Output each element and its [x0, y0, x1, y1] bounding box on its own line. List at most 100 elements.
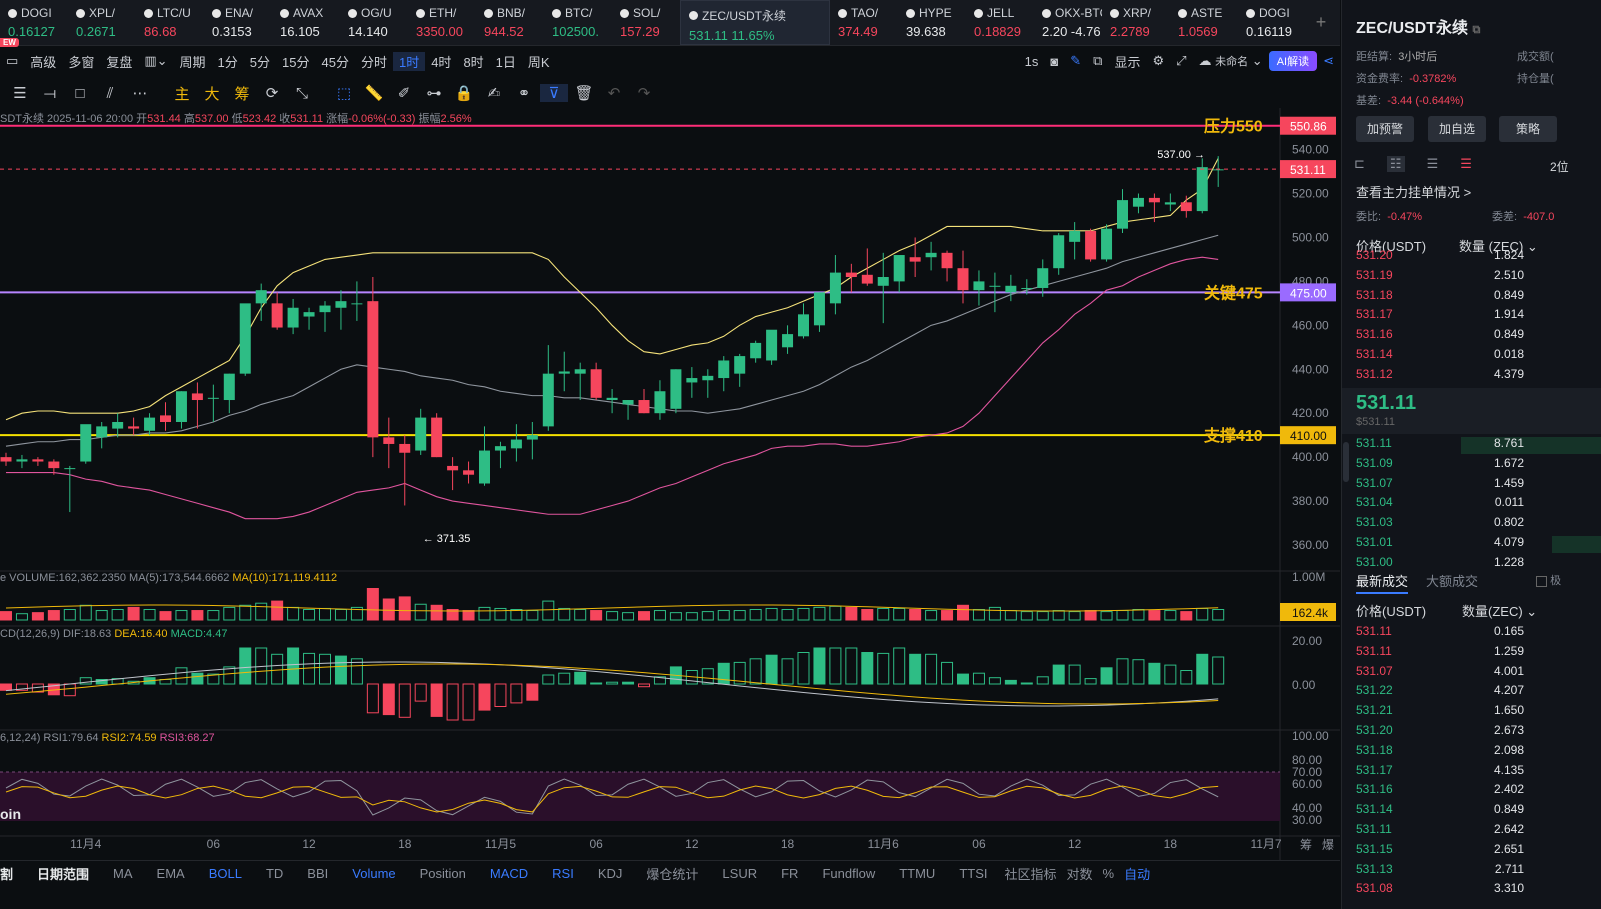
big-order-button[interactable]: 大	[198, 83, 226, 104]
trade-row[interactable]: 531.11 0.165	[1356, 624, 1601, 643]
cycle-tool-icon[interactable]: ⟳	[258, 84, 286, 102]
indicator-20[interactable]: 自动	[1119, 864, 1155, 883]
period-1h[interactable]: 1时	[392, 51, 426, 71]
ask-row[interactable]: 531.18 0.849	[1356, 288, 1601, 307]
share-icon[interactable]: ⋖	[1317, 53, 1340, 69]
advanced-button[interactable]: 高级	[24, 52, 62, 71]
period-8h[interactable]: 8时	[457, 52, 489, 71]
fullscreen-icon[interactable]: ⤢	[1170, 53, 1192, 69]
menu-icon[interactable]: ☰	[6, 84, 34, 102]
hline-tool-icon[interactable]: ⟞	[36, 85, 64, 102]
collapse-handle[interactable]	[1343, 442, 1349, 482]
book-both-icon[interactable]: ☷	[1386, 156, 1405, 172]
indicator-10[interactable]: KDJ	[586, 866, 635, 881]
indicator-13[interactable]: FR	[769, 866, 810, 881]
main-indicator-button[interactable]: 主	[168, 83, 196, 104]
replay-button[interactable]: 复盘	[100, 52, 138, 71]
multi-window-button[interactable]: 多窗	[62, 52, 100, 71]
ticker-6[interactable]: ETH/3350.00	[408, 0, 476, 45]
bid-row[interactable]: 531.09 1.672	[1356, 456, 1601, 475]
ticker-9[interactable]: SOL/157.29	[612, 0, 680, 45]
bid-row[interactable]: 531.04 0.011	[1356, 495, 1601, 514]
add-favorite-button[interactable]: 加自选	[1428, 116, 1486, 142]
trade-row[interactable]: 531.22 4.207	[1356, 683, 1601, 702]
measure-tool-icon[interactable]: ⤡	[288, 85, 316, 102]
period-1w[interactable]: 周K	[522, 52, 556, 71]
trade-row[interactable]: 531.18 2.098	[1356, 743, 1601, 762]
ticker-12[interactable]: HYPE 39.638	[898, 0, 966, 45]
camera-icon[interactable]: ◙	[1044, 54, 1064, 69]
indicator-15[interactable]: TTMU	[887, 866, 947, 881]
book-asks-icon[interactable]: ☰	[1460, 156, 1472, 172]
indicator-2[interactable]: EMA	[145, 866, 197, 881]
chip-button[interactable]: 筹	[228, 83, 256, 104]
ticker-17[interactable]: DOGI 0.16119	[1238, 0, 1306, 45]
bid-row[interactable]: 531.03 0.802	[1356, 515, 1601, 534]
indicator-17[interactable]: 社区指标	[999, 864, 1061, 883]
bottom-first[interactable]: 割	[0, 864, 25, 883]
ticker-11[interactable]: TAO/374.49	[830, 0, 898, 45]
trade-row[interactable]: 531.07 4.001	[1356, 664, 1601, 683]
ticker-5[interactable]: OG/U 14.140	[340, 0, 408, 45]
ticker-16[interactable]: ASTE 1.0569	[1170, 0, 1238, 45]
price-chart[interactable]: SDT永续 2025-11-06 20:00 开531.44 高537.00 低…	[0, 108, 1340, 860]
settings-icon[interactable]: ⚙	[1146, 53, 1170, 69]
ticker-1[interactable]: XPL/0.2671	[68, 0, 136, 45]
tab-large-trades[interactable]: 大额成交	[1426, 571, 1478, 590]
display-button[interactable]: 显示	[1108, 52, 1146, 71]
magnet-icon[interactable]: ⊶	[420, 84, 448, 102]
trade-row[interactable]: 531.15 2.651	[1356, 842, 1601, 861]
trend-tool-icon[interactable]: ⫽	[96, 85, 124, 102]
layout-icon[interactable]: ▭	[0, 53, 24, 69]
ask-row[interactable]: 531.14 0.018	[1356, 347, 1601, 366]
chart-type-icon[interactable]: ▥⌄	[138, 53, 173, 69]
trash-icon[interactable]: 🗑	[570, 84, 598, 102]
add-alert-button[interactable]: 加预警	[1356, 116, 1414, 142]
ticker-2[interactable]: LTC/U 86.68	[136, 0, 204, 45]
ask-row[interactable]: 531.16 0.849	[1356, 327, 1601, 346]
ticker-4[interactable]: AVAX 16.105	[272, 0, 340, 45]
period-5m[interactable]: 5分	[244, 52, 276, 71]
note-icon[interactable]: ✍	[480, 84, 508, 102]
bid-row[interactable]: 531.07 1.459	[1356, 476, 1601, 495]
bid-row[interactable]: 531.11 8.761	[1356, 436, 1601, 455]
trade-row[interactable]: 531.14 0.849	[1356, 802, 1601, 821]
cloud-layout-button[interactable]: ☁ 未命名 ⌄	[1193, 53, 1269, 69]
filter-icon[interactable]: ⊽	[540, 84, 568, 102]
refresh-rate[interactable]: 1s	[1019, 54, 1045, 69]
trade-row[interactable]: 531.13 2.711	[1356, 862, 1601, 881]
strategy-button[interactable]: 策略	[1499, 116, 1557, 142]
ai-analysis-button[interactable]: AI解读	[1268, 51, 1318, 71]
link-icon[interactable]: ⚭	[510, 84, 538, 102]
indicator-1[interactable]: MA	[101, 866, 145, 881]
period-1m[interactable]: 1分	[212, 52, 244, 71]
ask-row[interactable]: 531.20 1.824	[1356, 248, 1601, 267]
indicator-7[interactable]: Position	[408, 866, 478, 881]
ticker-7[interactable]: BNB/944.52	[476, 0, 544, 45]
rect-tool-icon[interactable]: □	[66, 85, 94, 102]
ticker-13[interactable]: JELL 0.18829	[966, 0, 1034, 45]
trade-row[interactable]: 531.08 3.310	[1356, 881, 1601, 900]
brush-icon[interactable]: ✐	[390, 84, 418, 102]
period-timeshare[interactable]: 分时	[355, 52, 393, 71]
bid-row[interactable]: 531.01 4.079	[1356, 535, 1601, 554]
precision-select[interactable]: 2位	[1550, 158, 1569, 175]
indicator-16[interactable]: TTSI	[947, 866, 999, 881]
trade-row[interactable]: 531.11 1.259	[1356, 644, 1601, 663]
redo-icon[interactable]: ↷	[630, 84, 658, 102]
lock-icon[interactable]: 🔒	[450, 84, 478, 102]
indicator-11[interactable]: 爆仓统计	[634, 864, 710, 883]
more-icon[interactable]: ⋯	[126, 84, 154, 102]
indicator-19[interactable]: %	[1098, 866, 1120, 881]
ticker-3[interactable]: ENA/0.3153	[204, 0, 272, 45]
ask-row[interactable]: 531.19 2.510	[1356, 268, 1601, 287]
indicator-14[interactable]: Fundflow	[810, 866, 887, 881]
indicator-0[interactable]: 日期范围	[25, 864, 101, 883]
period-dropdown[interactable]: 周期	[174, 52, 212, 71]
undo-icon[interactable]: ↶	[600, 84, 628, 102]
period-15m[interactable]: 15分	[276, 52, 315, 71]
indicator-4[interactable]: TD	[254, 866, 295, 881]
ask-row[interactable]: 531.17 1.914	[1356, 307, 1601, 326]
trade-row[interactable]: 531.21 1.650	[1356, 703, 1601, 722]
trade-row[interactable]: 531.20 2.673	[1356, 723, 1601, 742]
